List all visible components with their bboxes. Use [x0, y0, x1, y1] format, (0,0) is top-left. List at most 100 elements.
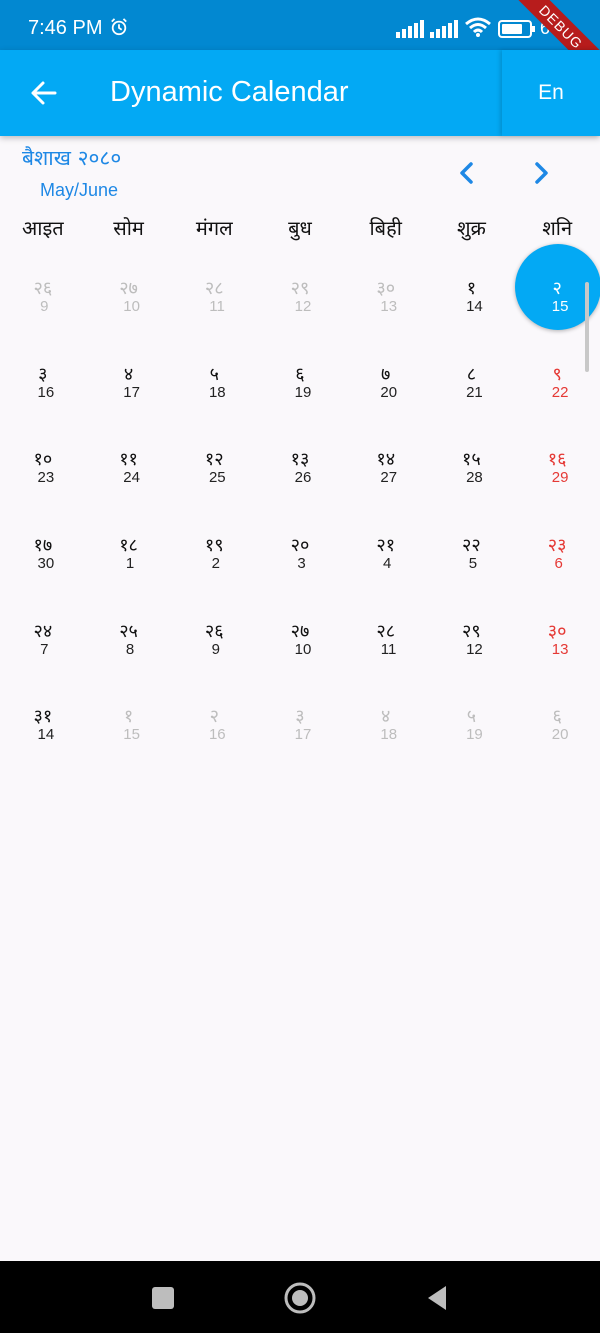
day-number-nepali: २५: [119, 620, 138, 642]
weekday-tuesday: मंगल: [195, 216, 233, 240]
day-number-nepali: ५: [466, 706, 477, 728]
day-number-nepali: १९: [204, 535, 224, 557]
calendar-day[interactable]: १ 15: [86, 686, 172, 772]
day-number-nepali: १५: [462, 449, 481, 471]
weekday-header: आइत सोम मंगल बुध बिही शुक्र शनि: [0, 214, 600, 246]
calendar-day[interactable]: १६ 29: [514, 429, 600, 515]
day-number-nepali: १: [123, 706, 134, 728]
arrow-left-icon: [31, 81, 57, 105]
calendar-day[interactable]: ४ 17: [86, 344, 172, 430]
day-number-english: 2: [211, 555, 220, 573]
day-number-english: 19: [294, 383, 312, 401]
calendar-day[interactable]: १९ 2: [171, 515, 257, 601]
calendar-day[interactable]: २८ 11: [171, 258, 257, 344]
chevron-right-icon[interactable]: [526, 158, 556, 188]
day-number-nepali: २१: [376, 535, 396, 557]
app-bar: Dynamic Calendar En: [0, 50, 600, 136]
calendar-day[interactable]: ८ 21: [429, 344, 515, 430]
weekday-sunday: आइत: [22, 216, 64, 240]
calendar-day[interactable]: २६ 9: [0, 258, 86, 344]
calendar-day[interactable]: २९ 12: [429, 601, 515, 687]
back-button[interactable]: [22, 72, 64, 114]
calendar-day[interactable]: २४ 7: [0, 601, 86, 687]
calendar-day[interactable]: ३ 16: [0, 344, 86, 430]
day-number-nepali: १७: [33, 535, 53, 557]
day-number-nepali: ८: [466, 363, 477, 385]
calendar-day[interactable]: २७ 10: [257, 601, 343, 687]
calendar-day[interactable]: ३ 17: [257, 686, 343, 772]
status-bar: 7:46 PM 68 DEBUG: [0, 0, 600, 88]
day-number-english: 10: [294, 640, 312, 658]
calendar-day[interactable]: ३० 13: [514, 601, 600, 687]
day-number-nepali: २: [552, 278, 562, 299]
calendar-day[interactable]: २ 16: [171, 686, 257, 772]
weekday-thursday: बिही: [369, 216, 402, 240]
calendar-day[interactable]: १७ 30: [0, 515, 86, 601]
day-number-nepali: ५: [209, 363, 219, 385]
day-number-english: 15: [551, 298, 569, 315]
calendar-day[interactable]: ११ 24: [86, 429, 172, 515]
calendar-day[interactable]: ५ 19: [429, 686, 515, 772]
calendar-day[interactable]: २५ 8: [86, 601, 172, 687]
recents-icon[interactable]: [146, 1281, 180, 1315]
status-time: 7:46 PM: [28, 17, 103, 39]
signal-icon: [396, 20, 424, 38]
scrollbar[interactable]: [585, 282, 589, 372]
calendar-day[interactable]: २७ 10: [86, 258, 172, 344]
calendar-day[interactable]: २९ 12: [257, 258, 343, 344]
day-number-nepali: २४: [33, 620, 53, 642]
day-number-english: 27: [380, 469, 398, 487]
day-number-english: 20: [551, 726, 569, 744]
signal-icon: [430, 20, 458, 38]
home-icon[interactable]: [283, 1281, 317, 1315]
calendar-day[interactable]: १४ 27: [343, 429, 429, 515]
day-number-english: 14: [37, 726, 55, 744]
weekday-saturday: शनि: [542, 216, 573, 240]
day-number-english: 28: [466, 469, 483, 487]
calendar-day[interactable]: २१ 4: [343, 515, 429, 601]
day-number-nepali: १२: [204, 449, 224, 471]
wifi-icon: [465, 17, 491, 37]
day-number-english: 29: [551, 469, 569, 487]
day-number-english: 23: [37, 469, 55, 487]
calendar-day[interactable]: ६ 19: [257, 344, 343, 430]
day-number-nepali: १०: [33, 449, 53, 471]
day-number-english: 11: [380, 640, 397, 658]
system-nav-bar: [0, 1261, 600, 1333]
day-number-english: 24: [123, 469, 140, 487]
calendar-day[interactable]: १३ 26: [257, 429, 343, 515]
calendar-day[interactable]: ४ 18: [343, 686, 429, 772]
day-number-nepali: २२: [462, 535, 481, 557]
day-number-english: 21: [466, 383, 483, 401]
calendar-day[interactable]: १ 14: [429, 258, 515, 344]
alarm-icon: [111, 18, 127, 36]
calendar-day[interactable]: १० 23: [0, 429, 86, 515]
calendar-day[interactable]: २६ 9: [171, 601, 257, 687]
day-number-nepali: ९: [552, 363, 562, 385]
calendar-day[interactable]: १८ 1: [86, 515, 172, 601]
day-number-english: 19: [466, 726, 483, 744]
calendar-day[interactable]: ६ 20: [514, 686, 600, 772]
day-number-english: 25: [208, 469, 226, 487]
day-number-nepali: ६: [552, 706, 562, 728]
calendar-day[interactable]: १५ 28: [429, 429, 515, 515]
back-icon[interactable]: [420, 1281, 454, 1315]
month-title-english: May/June: [40, 180, 119, 200]
calendar-day[interactable]: ३० 13: [343, 258, 429, 344]
calendar-day[interactable]: २० 3: [257, 515, 343, 601]
calendar-day[interactable]: ३१ 14: [0, 686, 86, 772]
calendar-day[interactable]: १२ 25: [171, 429, 257, 515]
day-number-nepali: २८: [376, 620, 396, 642]
day-number-english: 9: [211, 640, 220, 658]
calendar-day[interactable]: २८ 11: [343, 601, 429, 687]
day-number-english: 8: [125, 640, 135, 658]
calendar-day[interactable]: २२ 5: [429, 515, 515, 601]
day-number-english: 26: [294, 469, 312, 487]
day-number-english: 13: [380, 298, 398, 315]
chevron-left-icon[interactable]: [452, 158, 482, 188]
weekday-wednesday: बुध: [288, 216, 312, 240]
language-toggle-button[interactable]: En: [502, 50, 600, 136]
calendar-day[interactable]: ७ 20: [343, 344, 429, 430]
calendar-day[interactable]: २३ 6: [514, 515, 600, 601]
calendar-day[interactable]: ५ 18: [171, 344, 257, 430]
